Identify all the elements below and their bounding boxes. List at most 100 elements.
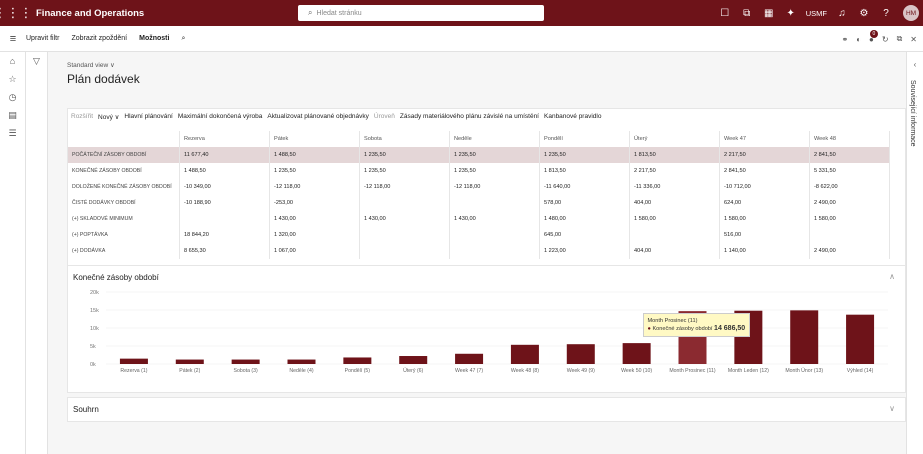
table-cell: 18 844,20 <box>180 227 270 243</box>
table-cell: 1 580,00 <box>720 211 810 227</box>
chart-bar[interactable] <box>846 314 875 364</box>
row-label: Doložené konečné zásoby období <box>68 179 180 195</box>
table-cell: 1 320,00 <box>270 227 360 243</box>
column-header[interactable]: Sobota <box>360 131 450 147</box>
table-row[interactable]: Počáteční zásoby období 11 677,40 1 488,50… <box>68 147 890 163</box>
options-tab[interactable]: Možnosti <box>139 35 169 42</box>
chart-bar[interactable] <box>622 343 651 364</box>
search-box[interactable]: ⌕ Hledat stránku <box>298 5 544 21</box>
grid-command-0[interactable]: Rozšířit <box>71 113 93 121</box>
filter-pane-toggle[interactable]: ▽ <box>26 52 48 454</box>
menu-icon[interactable]: ≡ <box>0 33 26 45</box>
link-icon[interactable]: ⚭ <box>841 35 848 44</box>
table-cell: 1 488,50 <box>180 163 270 179</box>
table-cell: 2 490,00 <box>810 195 890 211</box>
chevron-down-icon[interactable]: ∨ <box>889 404 895 413</box>
app-title[interactable]: Finance and Operations <box>36 8 144 19</box>
chart-bar[interactable] <box>399 356 428 364</box>
company-picker[interactable]: USMF <box>806 9 827 18</box>
x-tick-label: Pondělí (5) <box>345 368 371 374</box>
table-cell: 516,00 <box>720 227 810 243</box>
show-delays-button[interactable]: Zobrazit zpoždění <box>71 35 127 42</box>
related-info-panel[interactable]: ‹ Související informace <box>906 52 923 454</box>
x-tick-label: Rezerva (1) <box>120 368 147 374</box>
gear-icon[interactable]: ⚙ <box>853 8 875 19</box>
grid-command-5[interactable]: Úroveň <box>374 113 395 121</box>
help-icon[interactable]: ? <box>875 8 897 19</box>
x-tick-label: Neděle (4) <box>289 368 313 374</box>
table-cell: 1 488,50 <box>270 147 360 163</box>
chart-bar[interactable] <box>510 344 539 364</box>
table-cell <box>360 227 450 243</box>
table-cell: 1 430,00 <box>450 211 540 227</box>
search-actions-icon[interactable]: ⌕ <box>181 35 185 43</box>
summary-card: Souhrn ∨ <box>67 397 906 422</box>
workspaces-icon[interactable]: ▤ <box>0 106 25 124</box>
table-cell: 1 430,00 <box>270 211 360 227</box>
recent-icon[interactable]: ◷ <box>0 88 25 106</box>
window-icon[interactable]: ☐ <box>714 8 736 19</box>
series-dot-icon: ● <box>647 326 651 333</box>
table-row[interactable]: (+) Skladové minimum 1 430,00 1 430,00 1 43… <box>68 211 890 227</box>
notification-badge[interactable]: ● 0 <box>869 29 878 44</box>
workspace-icon[interactable]: ⧉ <box>736 8 758 19</box>
chart-bar[interactable] <box>287 359 316 364</box>
app-launcher-icon[interactable]: ⋮⋮⋮ <box>0 0 33 26</box>
table-row[interactable]: (+) Poptávka 18 844,20 1 320,00 645,00 516,0… <box>68 227 890 243</box>
avatar[interactable]: HM <box>903 5 919 21</box>
column-header[interactable]: Rezerva <box>180 131 270 147</box>
chart-bar[interactable] <box>231 359 260 364</box>
tooltip-title: Month Prosinec (11) <box>647 318 698 325</box>
calculator-icon[interactable]: ▦ <box>758 8 780 19</box>
bell-icon[interactable]: ♫ <box>831 8 853 19</box>
summary-section-title[interactable]: Souhrn <box>73 405 99 414</box>
grid-command-6[interactable]: Zásady materiálového plánu závislé na um… <box>400 113 539 121</box>
column-header[interactable]: Neděle <box>450 131 540 147</box>
table-cell <box>360 243 450 259</box>
grid-command-2[interactable]: Hlavní plánování <box>124 113 172 121</box>
column-header[interactable]: Pondělí <box>540 131 630 147</box>
wand-icon[interactable]: ✦ <box>780 8 802 19</box>
column-header[interactable]: Week 47 <box>720 131 810 147</box>
close-icon[interactable]: ✕ <box>910 35 917 44</box>
edit-filter-button[interactable]: Upravit filtr <box>26 35 59 42</box>
search-placeholder: Hledat stránku <box>316 9 362 17</box>
chart-bar[interactable] <box>566 344 595 364</box>
column-header[interactable]: Úterý <box>630 131 720 147</box>
grid-command-4[interactable]: Aktualizovat plánované objednávky <box>267 113 369 121</box>
table-cell: 624,00 <box>720 195 810 211</box>
home-icon[interactable]: ⌂ <box>0 52 25 70</box>
grid-command-7[interactable]: Kanbanové pravidlo <box>544 113 601 121</box>
table-row[interactable]: (+) Dodávka 8 655,30 1 067,00 1 223,00 404,0… <box>68 243 890 259</box>
chevron-up-icon[interactable]: ∧ <box>889 272 895 281</box>
table-cell: -10 349,00 <box>180 179 270 195</box>
table-cell: 1 235,50 <box>450 147 540 163</box>
chart-bar[interactable] <box>455 353 484 364</box>
row-label: Čisté dodávky období <box>68 195 180 211</box>
table-cell <box>450 243 540 259</box>
tooltip-value: 14 686,50 <box>714 325 746 333</box>
chart-section-title[interactable]: Konečné zásoby období <box>73 273 159 282</box>
column-header[interactable]: Pátek <box>270 131 360 147</box>
open-new-window-icon[interactable]: ⧉ <box>897 34 903 44</box>
table-row[interactable]: Konečné zásoby období 1 488,50 1 235,50 1 2… <box>68 163 890 179</box>
table-cell: 1 813,50 <box>630 147 720 163</box>
view-selector[interactable]: Standard view ∨ <box>67 61 115 69</box>
grid-command-1[interactable]: Nový ∨ <box>98 113 119 121</box>
chevron-left-icon[interactable]: ‹ <box>907 60 923 69</box>
grid-command-3[interactable]: Maximální dokončená výroba <box>178 113 263 121</box>
table-row[interactable]: Čisté dodávky období -10 188,90 -253,00 578… <box>68 195 890 211</box>
table-cell: 1 813,50 <box>540 163 630 179</box>
column-header[interactable] <box>68 131 180 147</box>
column-header[interactable]: Week 48 <box>810 131 890 147</box>
table-cell: 404,00 <box>630 243 720 259</box>
office-icon[interactable]: ◐ <box>856 35 861 44</box>
favorites-icon[interactable]: ☆ <box>0 70 25 88</box>
refresh-icon[interactable]: ↻ <box>882 35 889 44</box>
table-row[interactable]: Doložené konečné zásoby období -10 349,00… <box>68 179 890 195</box>
chart-bar[interactable] <box>790 310 819 364</box>
chart-bar[interactable] <box>119 358 148 364</box>
chart-bar[interactable] <box>343 357 372 364</box>
chart-bar[interactable] <box>175 359 204 364</box>
modules-icon[interactable]: ☰ <box>0 124 25 142</box>
